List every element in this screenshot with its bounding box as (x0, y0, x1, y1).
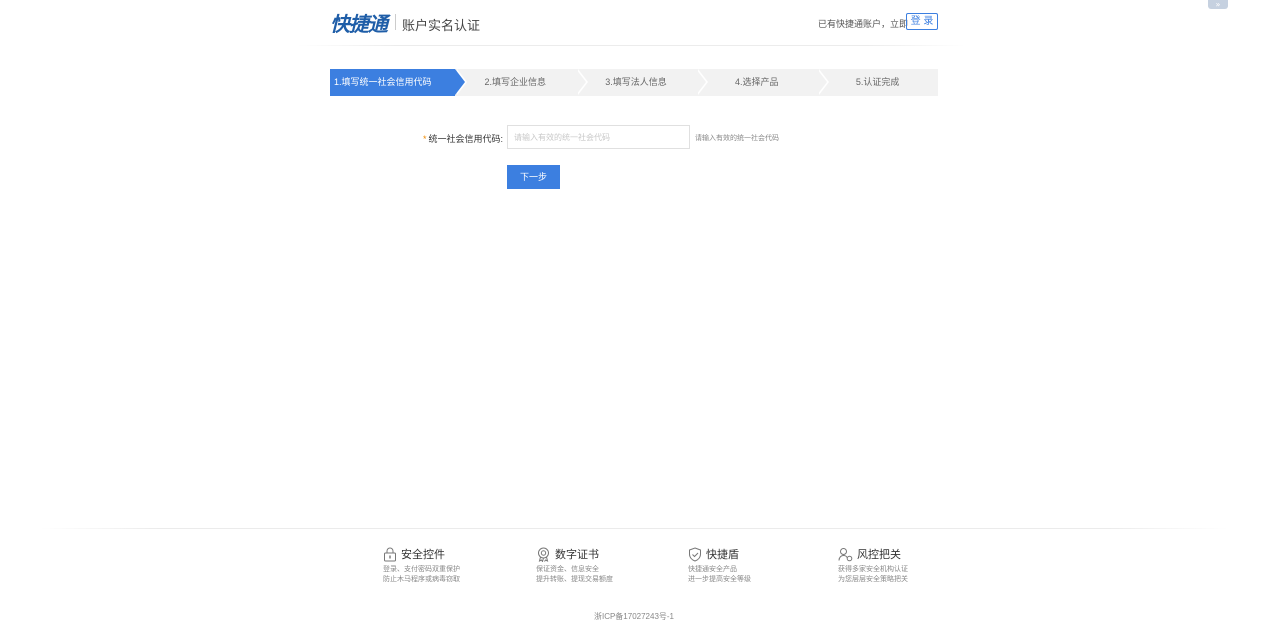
header: 快捷通 账户实名认证 已有快捷通账户，立即 登 录 (330, 0, 938, 46)
footer-divider (40, 528, 1228, 529)
feature-desc-line: 进一步提高安全等级 (688, 576, 751, 583)
step-progress: 1.填写统一社会信用代码 2.填写企业信息 3.填写法人信息 4.选择产品 5.… (330, 69, 938, 96)
certificate-icon (538, 547, 549, 562)
step-5: 5.认证完成 (817, 69, 938, 96)
step-label: 3.填写法人信息 (605, 77, 667, 87)
next-step-button[interactable]: 下一步 (507, 165, 560, 189)
step-label: 1.填写统一社会信用代码 (334, 77, 432, 87)
logo[interactable]: 快捷通 (330, 8, 388, 37)
feature-title: 风控把关 (857, 549, 901, 561)
account-hint: 已有快捷通账户，立即 (817, 19, 908, 29)
step-4: 4.选择产品 (696, 69, 830, 96)
step-3: 3.填写法人信息 (575, 69, 709, 96)
credit-code-label-text: 统一社会信用代码: (428, 134, 503, 144)
feature-security-control: 安全控件 登录、支付密码双重保护 防止木马程序或病毒窃取 (383, 545, 493, 585)
user-risk-icon (838, 547, 853, 561)
step-2: 2.填写企业信息 (454, 69, 588, 96)
page-title: 账户实名认证 (402, 18, 481, 33)
credit-code-hint: 请输入有效的统一社会代码 (695, 135, 779, 142)
feature-desc-line: 为您层层安全策略把关 (838, 576, 908, 583)
feature-title: 数字证书 (555, 549, 599, 561)
credit-code-label: * 统一社会信用代码: (380, 132, 503, 145)
feature-digital-certificate: 数字证书 保证资金、信息安全 提升转账、提现交易额度 (536, 545, 646, 585)
feature-quick-shield: 快捷盾 快捷通安全产品 进一步提高安全等级 (688, 545, 798, 585)
logo-divider (395, 14, 396, 30)
feature-desc-line: 获得多家安全机构认证 (838, 566, 908, 573)
shield-check-icon (689, 546, 701, 562)
required-mark: * (422, 134, 427, 144)
expand-toggle[interactable]: » (1208, 0, 1228, 9)
feature-title: 快捷盾 (706, 549, 739, 561)
feature-desc-line: 防止木马程序或病毒窃取 (383, 576, 460, 583)
feature-desc-line: 保证资金、信息安全 (536, 566, 599, 573)
feature-title: 安全控件 (401, 549, 445, 561)
feature-desc-line: 提升转账、提现交易额度 (536, 576, 613, 583)
step-1: 1.填写统一社会信用代码 (330, 69, 467, 96)
step-label: 2.填写企业信息 (484, 77, 546, 87)
icp-record[interactable]: 浙ICP备17027243号-1 (0, 611, 1268, 622)
feature-risk-control: 风控把关 获得多家安全机构认证 为您层层安全策略把关 (838, 545, 948, 585)
step-label: 5.认证完成 (855, 77, 900, 87)
login-button[interactable]: 登 录 (906, 13, 938, 30)
step-label: 4.选择产品 (735, 77, 779, 87)
lock-icon (384, 547, 396, 561)
feature-desc-line: 登录、支付密码双重保护 (383, 566, 460, 573)
feature-desc-line: 快捷通安全产品 (688, 566, 737, 573)
double-chevron-right-icon: » (1215, 0, 1221, 9)
credit-code-input[interactable] (507, 125, 690, 149)
header-divider (298, 45, 966, 46)
